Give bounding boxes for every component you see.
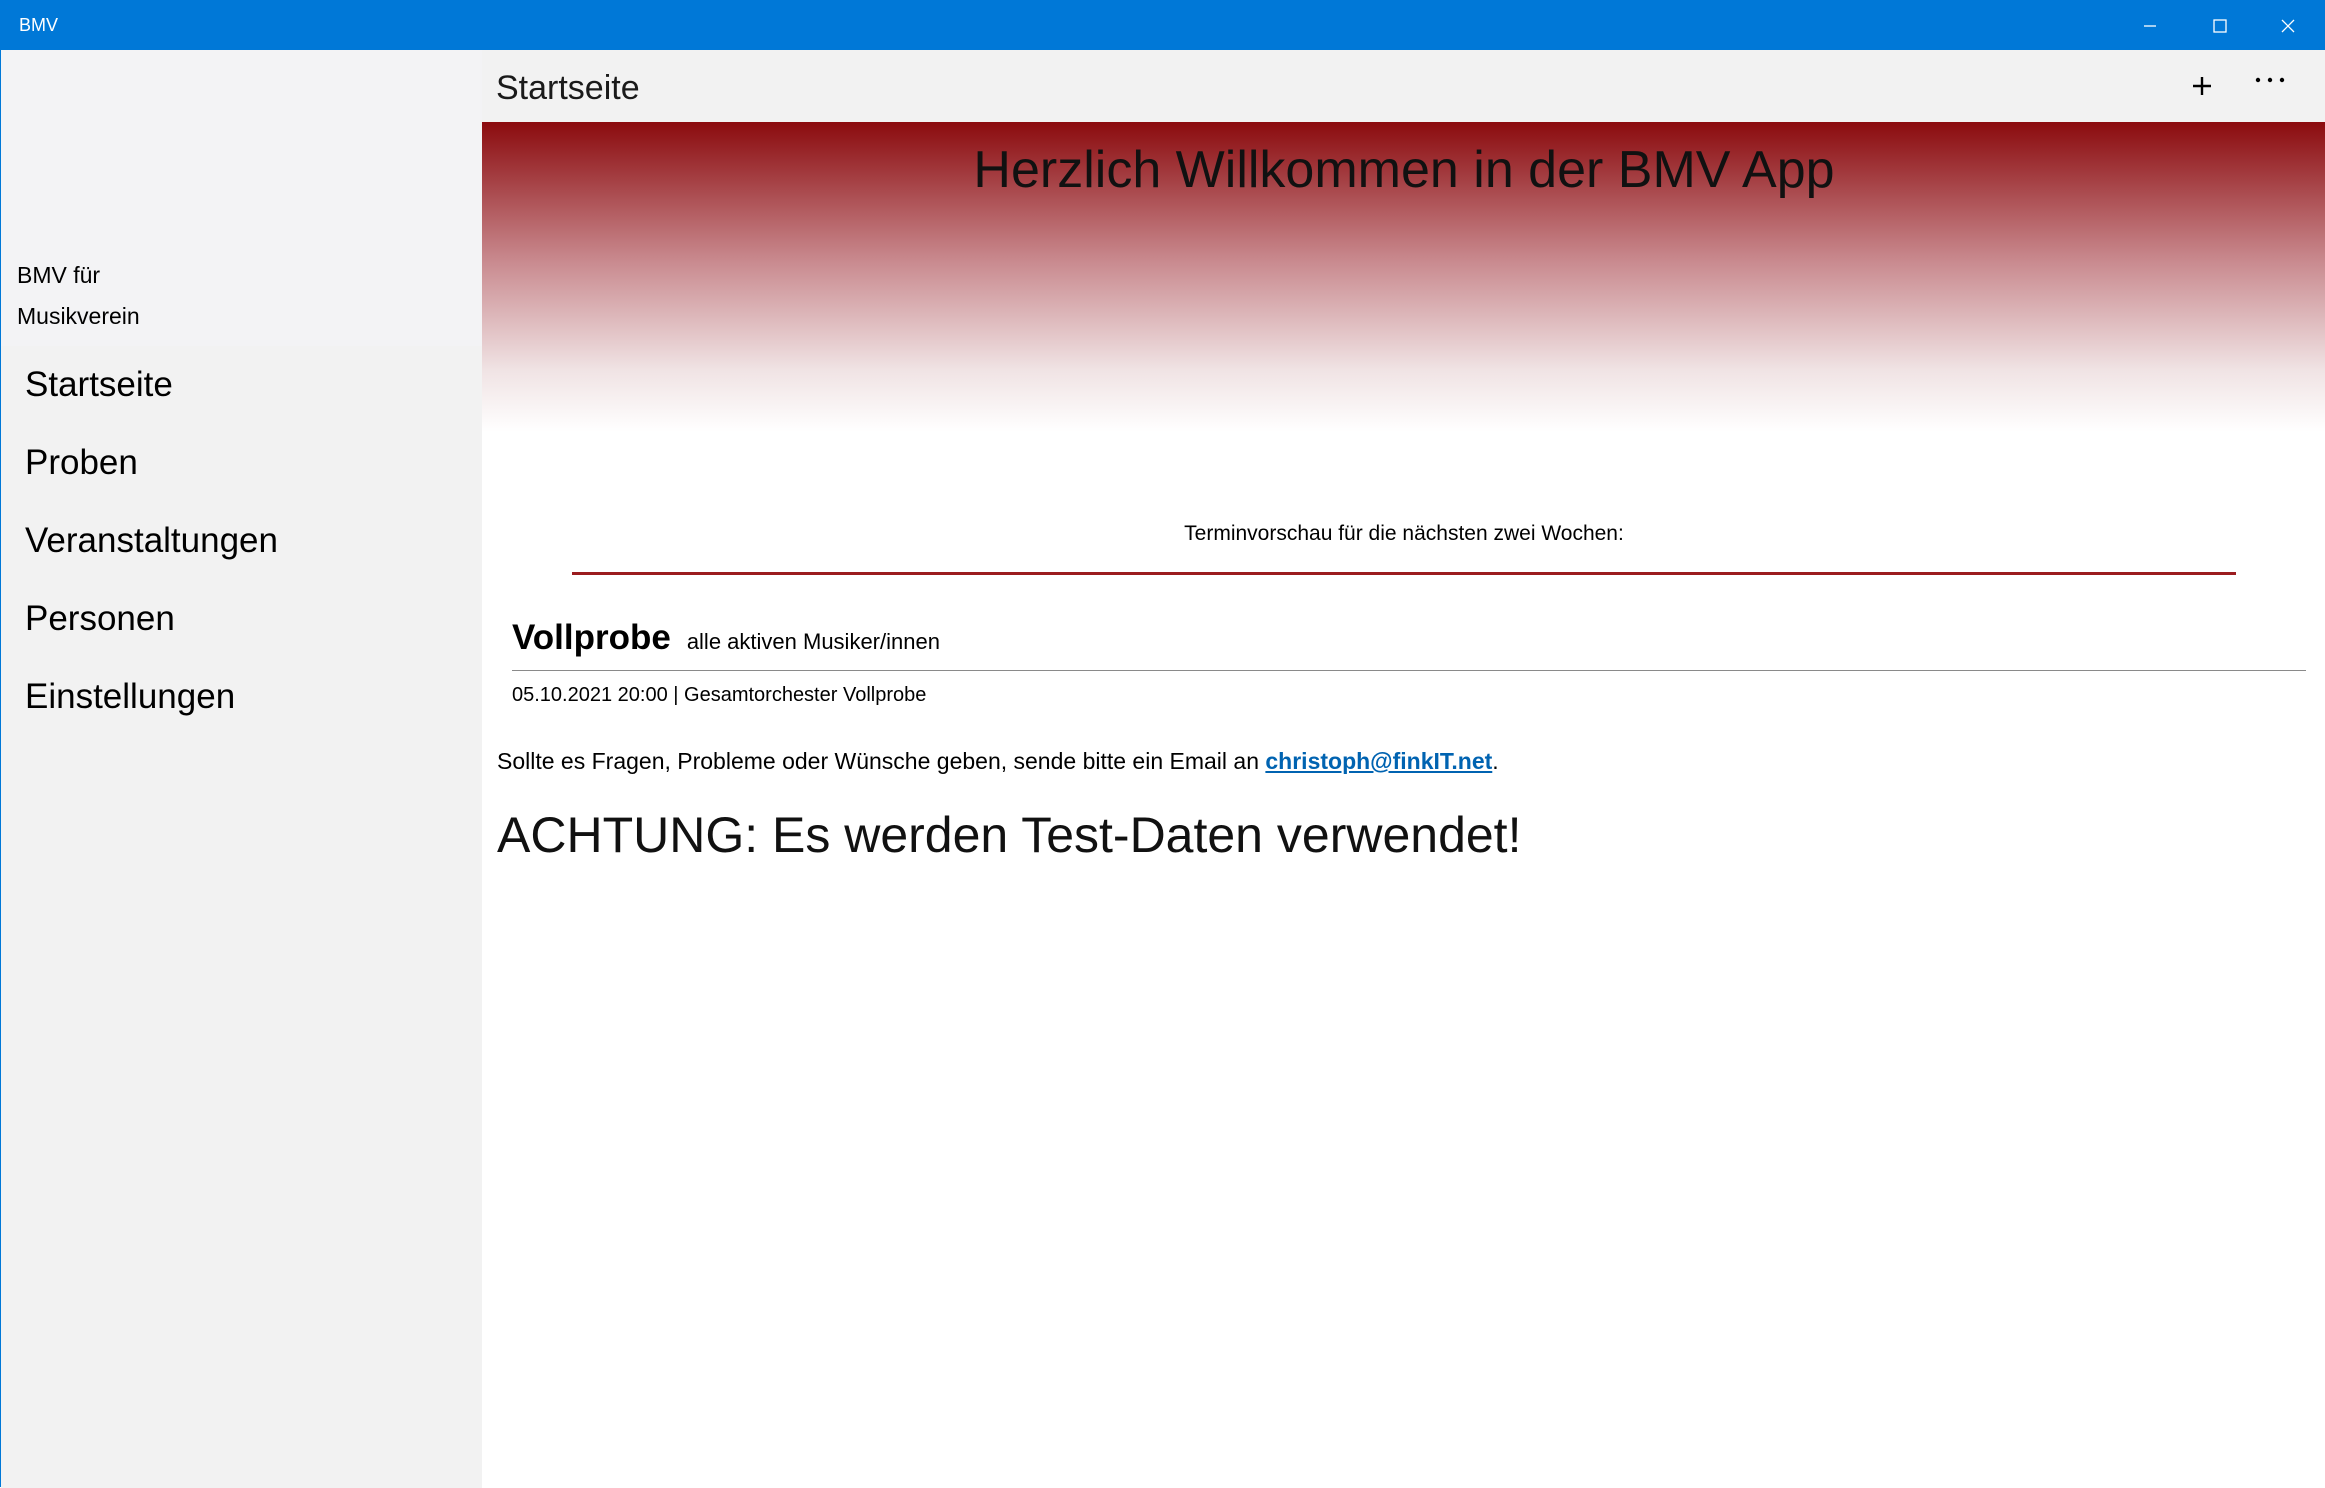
nav-item-proben[interactable]: Proben — [1, 424, 482, 502]
nav-item-personen[interactable]: Personen — [1, 580, 482, 658]
contact-message: Sollte es Fragen, Probleme oder Wünsche … — [497, 748, 1259, 774]
title-bar[interactable]: BMV — [1, 1, 2325, 50]
app-window: BMV BMV für Musikverein Startseite Probe… — [0, 0, 2325, 1488]
event-card[interactable]: Vollprobe alle aktiven Musiker/innen 05.… — [512, 618, 2306, 706]
close-icon — [2281, 19, 2295, 32]
preview-caption: Terminvorschau für die nächsten zwei Woc… — [1184, 522, 1624, 545]
brand-line-2: Musikverein — [17, 303, 140, 329]
nav-item-startseite[interactable]: Startseite — [1, 346, 482, 424]
contact-text: Sollte es Fragen, Probleme oder Wünsche … — [497, 748, 1499, 775]
nav-item-einstellungen[interactable]: Einstellungen — [1, 658, 482, 736]
contact-email-link[interactable]: christoph@finkIT.net — [1265, 748, 1492, 774]
brand-area: BMV für Musikverein — [1, 50, 482, 346]
event-divider — [512, 670, 2306, 671]
maximize-icon — [2213, 18, 2227, 33]
welcome-banner: Herzlich Willkommen in der BMV App — [482, 122, 2325, 432]
command-bar: Startseite — [482, 50, 2325, 122]
add-button[interactable] — [2172, 58, 2232, 114]
more-button[interactable] — [2240, 52, 2300, 108]
event-group: alle aktiven Musiker/innen — [686, 629, 940, 654]
preview-divider — [572, 572, 2236, 575]
maximize-button[interactable] — [2186, 1, 2254, 50]
navigation-pane: BMV für Musikverein Startseite Proben Ve… — [1, 50, 482, 1488]
page-title: Startseite — [496, 69, 640, 107]
minimize-icon — [2144, 24, 2156, 27]
event-title: Vollprobe — [512, 618, 671, 657]
window-title: BMV — [19, 15, 59, 35]
event-detail: 05.10.2021 20:00 | Gesamtorchester Vollp… — [512, 684, 927, 706]
plus-icon — [2193, 77, 2211, 95]
ellipsis-icon — [2255, 77, 2285, 83]
nav-item-veranstaltungen[interactable]: Veranstaltungen — [1, 502, 482, 580]
close-button[interactable] — [2254, 1, 2322, 50]
test-data-warning: ACHTUNG: Es werden Test-Daten verwendet! — [497, 807, 1522, 863]
brand-line-1: BMV für — [17, 262, 101, 288]
welcome-heading: Herzlich Willkommen in der BMV App — [973, 141, 1835, 199]
minimize-button[interactable] — [2116, 1, 2184, 50]
brand-text: BMV für Musikverein — [17, 255, 217, 337]
main-content: Herzlich Willkommen in der BMV App Termi… — [482, 122, 2325, 1488]
contact-suffix: . — [1492, 748, 1499, 774]
